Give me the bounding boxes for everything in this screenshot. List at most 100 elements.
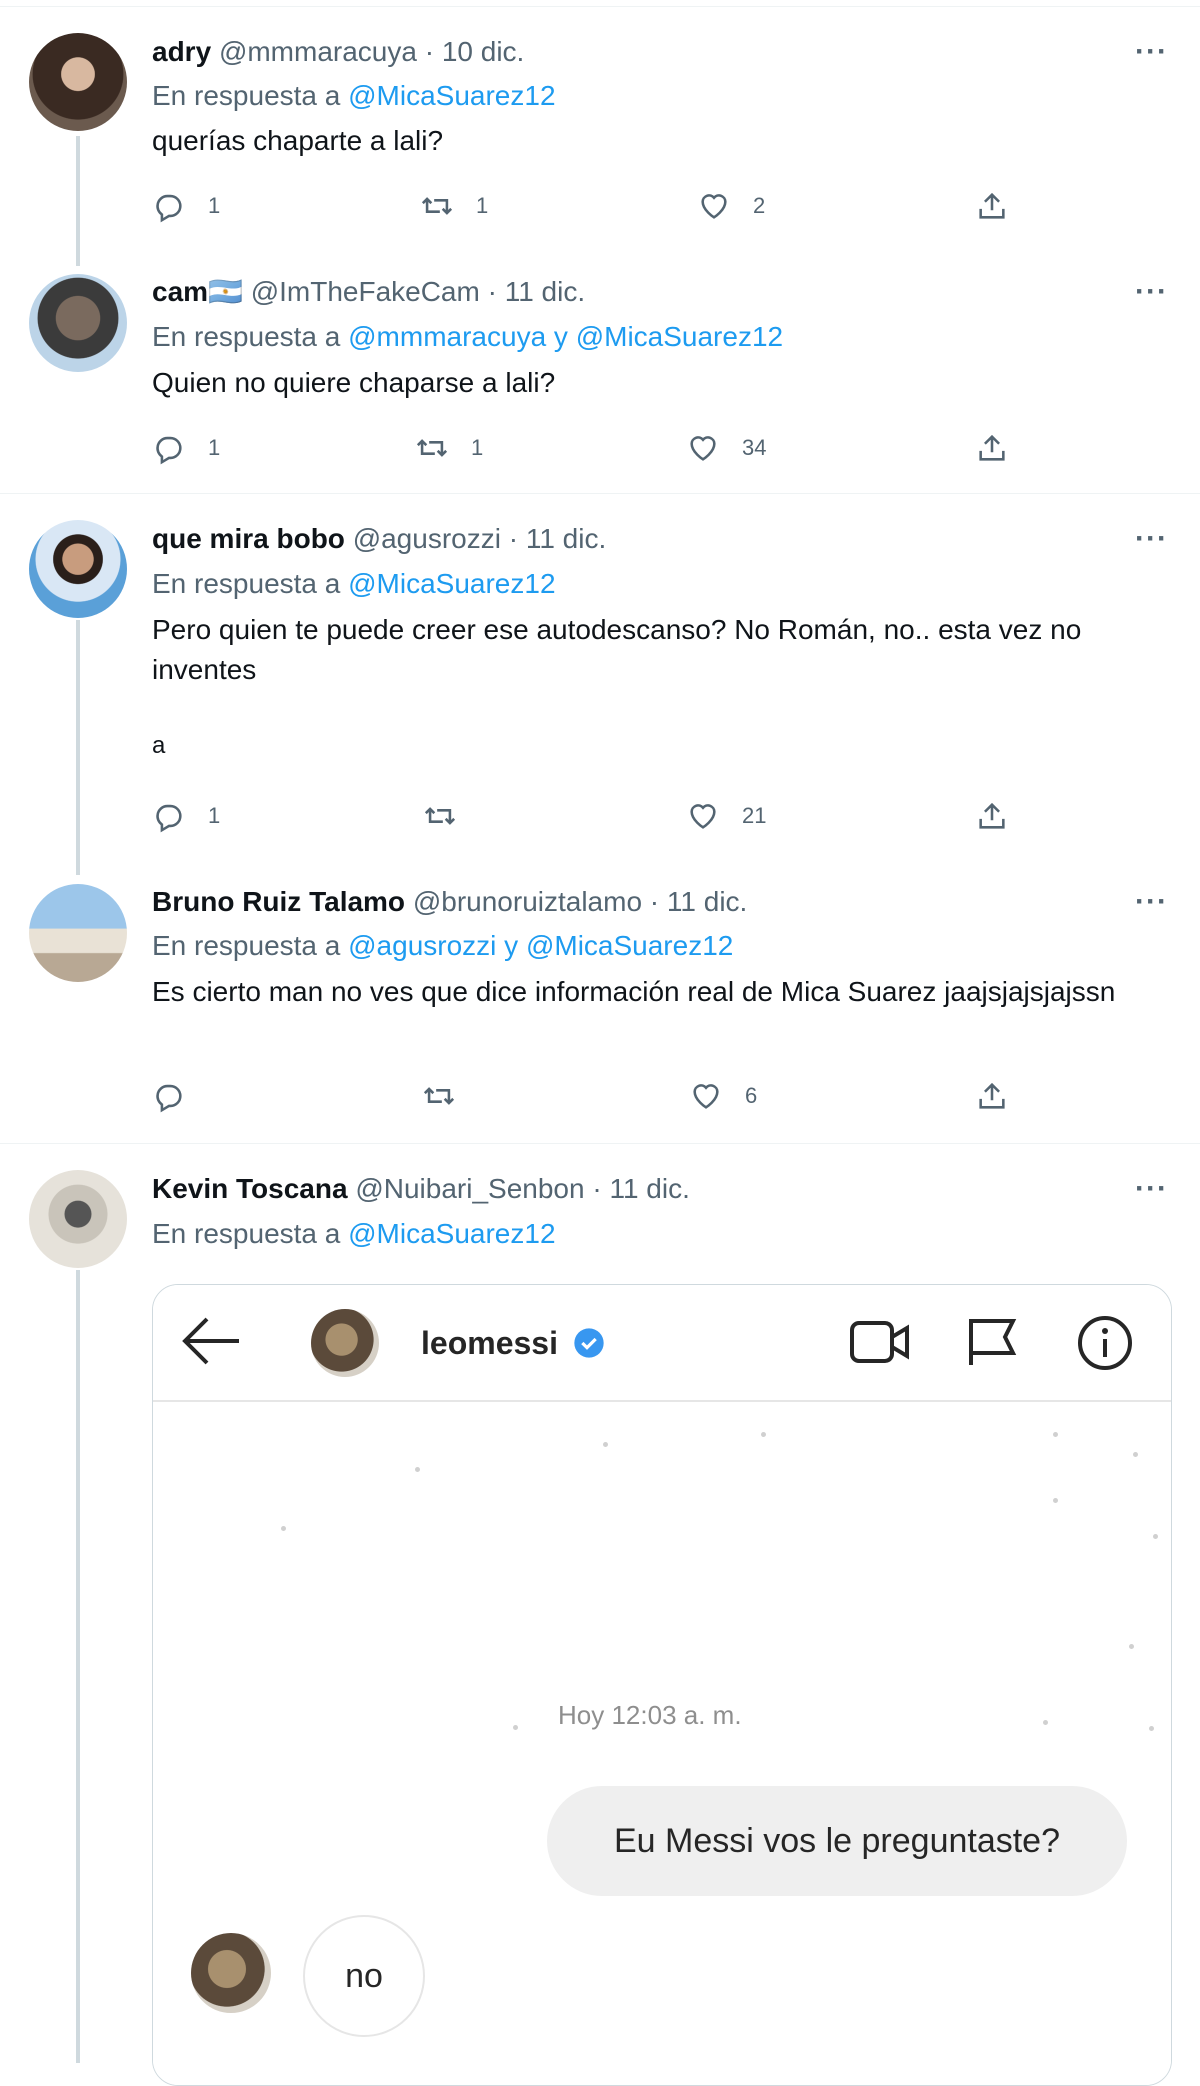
share-button[interactable] (975, 431, 1009, 465)
share-icon (979, 1082, 1005, 1109)
reply-count: 1 (208, 435, 221, 460)
avatar[interactable] (29, 1170, 127, 1268)
dm-avatar (311, 1309, 379, 1377)
share-icon (979, 802, 1005, 829)
retweet-button[interactable]: 1 (415, 431, 483, 465)
noise-speck (1053, 1498, 1058, 1503)
tweet-header: cam🇦🇷 @ImTheFakeCam · 11 dic. (152, 274, 585, 310)
display-name[interactable]: adry (152, 36, 211, 67)
avatar[interactable] (29, 520, 127, 618)
tweet-text-extra: a (152, 732, 166, 759)
heart-icon (690, 804, 716, 829)
avatar[interactable] (29, 274, 127, 372)
more-options-icon[interactable]: ··· (1135, 1174, 1168, 1204)
retweet-count: 1 (476, 193, 489, 218)
noise-speck (1053, 1432, 1058, 1437)
more-options-icon[interactable]: ··· (1135, 887, 1168, 917)
reply-prefix: En respuesta a (152, 80, 349, 111)
reply-context: En respuesta a @MicaSuarez12 (152, 566, 556, 602)
more-options-icon[interactable]: ··· (1135, 524, 1168, 554)
video-call-icon (850, 1321, 909, 1363)
like-button[interactable]: 21 (686, 799, 766, 833)
retweet-icon (424, 807, 456, 825)
reply-icon (156, 436, 182, 465)
reply-count: 1 (208, 193, 221, 218)
handle-date[interactable]: @agusrozzi · 11 dic. (353, 523, 607, 554)
mention-link[interactable]: @mmmaracuya y @MicaSuarez12 (348, 321, 783, 352)
tweet-text: Pero quien te puede creer ese autodescan… (152, 614, 1082, 685)
tweet-header: adry @mmmaracuya · 10 dic. (152, 34, 524, 70)
divider (0, 493, 1200, 494)
mention-link[interactable]: @MicaSuarez12 (348, 1218, 555, 1249)
mention-link[interactable]: @agusrozzi y @MicaSuarez12 (348, 930, 733, 961)
retweet-count: 1 (471, 435, 484, 460)
thread-line (76, 136, 80, 266)
thread-line (76, 1270, 80, 2063)
mention-link[interactable]: @MicaSuarez12 (348, 80, 555, 111)
reply-button[interactable]: 1 (152, 431, 220, 465)
dm-header: leomessi (153, 1285, 1171, 1402)
retweet-button[interactable]: 1 (420, 189, 488, 223)
thread-line (76, 620, 80, 875)
mention-link[interactable]: @MicaSuarez12 (348, 568, 555, 599)
display-name[interactable]: Bruno Ruiz Talamo (152, 886, 405, 917)
more-options-icon[interactable]: ··· (1135, 277, 1168, 307)
reply-icon (156, 804, 182, 833)
sent-message-bubble: Eu Messi vos le preguntaste? (547, 1786, 1127, 1896)
heart-icon (701, 194, 727, 219)
tweet-header: que mira bobo @agusrozzi · 11 dic. (152, 521, 606, 557)
dm-conversation: Hoy 12:03 a. m. Eu Messi vos le pregunta… (153, 1402, 1171, 2085)
handle-date[interactable]: @ImTheFakeCam · 11 dic. (251, 276, 585, 307)
tweet-header: Kevin Toscana @Nuibari_Senbon · 11 dic. (152, 1171, 690, 1207)
heart-icon (693, 1084, 719, 1109)
like-count: 21 (742, 803, 767, 828)
dm-username: leomessi (421, 1325, 558, 1361)
noise-speck (281, 1526, 286, 1531)
like-button[interactable]: 6 (689, 1079, 757, 1113)
tweet-media-image[interactable]: leomessi Hoy 12:03 a. m. Eu Messi vos le… (152, 1284, 1172, 2086)
noise-speck (1043, 1720, 1048, 1725)
back-arrow-icon (182, 1317, 239, 1365)
reply-count: 1 (208, 803, 221, 828)
share-button[interactable] (975, 1079, 1009, 1113)
heart-icon (690, 436, 716, 461)
reply-prefix: En respuesta a (152, 568, 349, 599)
more-options-icon[interactable]: ··· (1135, 37, 1168, 67)
noise-speck (1153, 1534, 1158, 1539)
handle-date[interactable]: @Nuibari_Senbon · 11 dic. (355, 1173, 690, 1204)
tweet-header: Bruno Ruiz Talamo @brunoruiztalamo · 11 … (152, 884, 747, 920)
share-button[interactable] (975, 799, 1009, 833)
like-button[interactable]: 34 (686, 431, 766, 465)
display-name[interactable]: Kevin Toscana (152, 1173, 348, 1204)
retweet-button[interactable] (423, 799, 479, 833)
noise-speck (761, 1432, 766, 1437)
avatar[interactable] (29, 884, 127, 982)
tweet-text: Es cierto man no ves que dice informació… (152, 976, 1116, 1007)
share-button[interactable] (975, 189, 1009, 223)
handle-date[interactable]: @brunoruiztalamo · 11 dic. (413, 886, 748, 917)
reply-context: En respuesta a @MicaSuarez12 (152, 1216, 556, 1252)
reply-icon (156, 1084, 182, 1113)
handle-date[interactable]: @mmmaracuya · 10 dic. (219, 36, 524, 67)
display-name[interactable]: cam🇦🇷 (152, 276, 243, 307)
retweet-icon (423, 1087, 455, 1105)
retweet-button[interactable] (422, 1079, 478, 1113)
avatar[interactable] (29, 33, 127, 131)
retweet-icon (421, 197, 453, 215)
noise-speck (1133, 1452, 1138, 1457)
reply-prefix: En respuesta a (152, 1218, 349, 1249)
reply-button[interactable] (152, 1079, 208, 1113)
noise-speck (1149, 1726, 1154, 1731)
reply-context: En respuesta a @mmmaracuya y @MicaSuarez… (152, 319, 783, 355)
dm-timestamp: Hoy 12:03 a. m. (558, 1700, 742, 1730)
reply-button[interactable]: 1 (152, 189, 220, 223)
retweet-icon (416, 439, 448, 457)
display-name[interactable]: que mira bobo (152, 523, 345, 554)
reply-prefix: En respuesta a (152, 321, 349, 352)
like-button[interactable]: 2 (697, 189, 765, 223)
flag-icon (969, 1319, 1017, 1365)
reply-context: En respuesta a @agusrozzi y @MicaSuarez1… (152, 928, 733, 964)
noise-speck (513, 1725, 518, 1730)
sender-avatar (191, 1933, 271, 2013)
reply-button[interactable]: 1 (152, 799, 220, 833)
